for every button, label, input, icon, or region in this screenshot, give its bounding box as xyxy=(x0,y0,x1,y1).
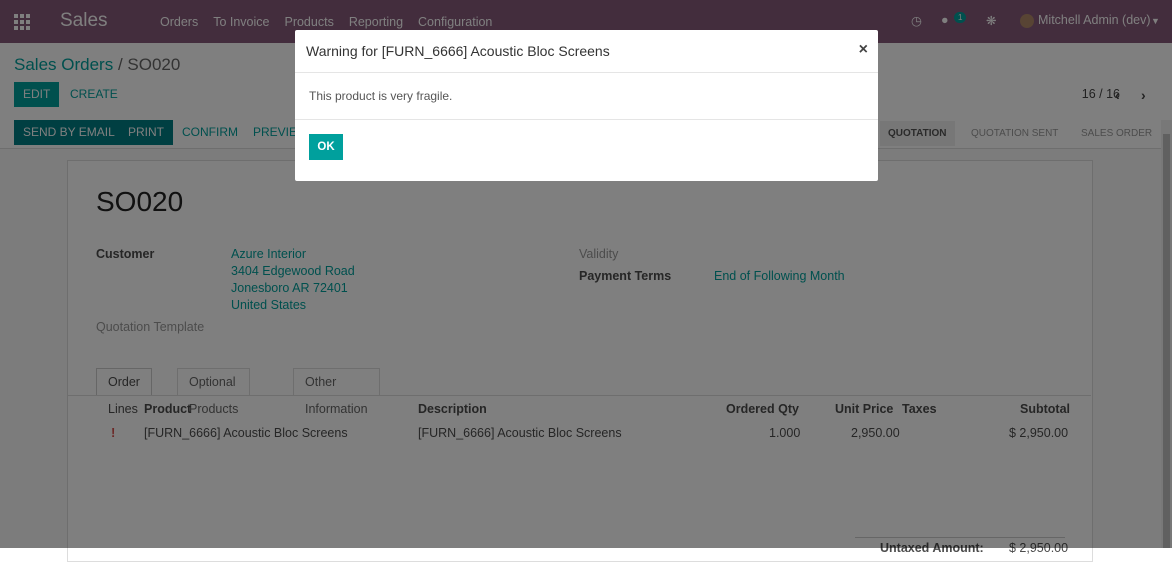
dialog-title: Warning for [FURN_6666] Acoustic Bloc Sc… xyxy=(306,43,610,59)
warning-dialog: Warning for [FURN_6666] Acoustic Bloc Sc… xyxy=(295,30,878,181)
ok-button[interactable]: OK xyxy=(309,134,343,160)
close-icon[interactable]: × xyxy=(859,41,868,59)
dialog-message: This product is very fragile. xyxy=(309,89,453,103)
dialog-header: Warning for [FURN_6666] Acoustic Bloc Sc… xyxy=(295,30,878,73)
dialog-footer-divider xyxy=(295,119,878,120)
